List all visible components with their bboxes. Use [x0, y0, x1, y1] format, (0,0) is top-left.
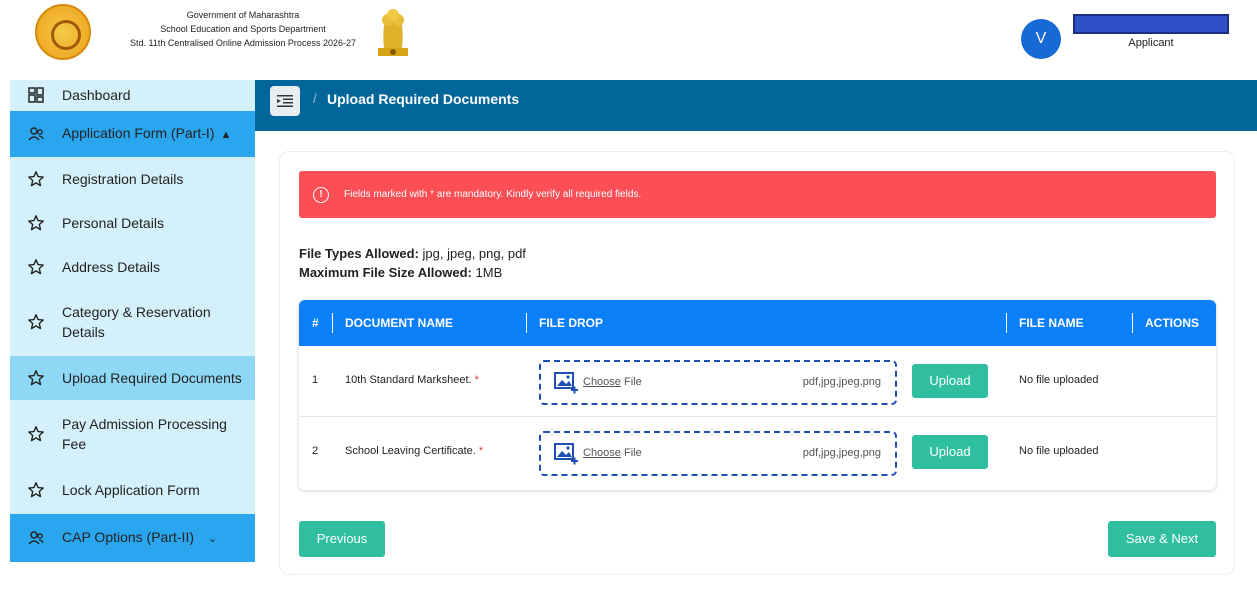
users-icon — [10, 125, 62, 143]
documents-table: # DOCUMENT NAME FILE DROP FILE NAME ACTI… — [299, 300, 1216, 490]
file-size-value: 1MB — [475, 265, 503, 280]
org-line-3: Std. 11th Centralised Online Admission P… — [130, 38, 356, 48]
org-title: Government of Maharashtra School Educati… — [118, 8, 368, 50]
star-icon — [10, 369, 62, 387]
sidebar-item-registration-details[interactable]: Registration Details — [10, 157, 255, 201]
sidebar-item-label: Category & Reservation Details — [62, 304, 211, 340]
mandatory-alert: ! Fields marked with * are mandatory. Ki… — [299, 171, 1216, 218]
file-types-value: jpg, jpeg, png, pdf — [422, 246, 526, 261]
sidebar-item-label: Registration Details — [62, 171, 184, 187]
user-avatar[interactable]: V — [1021, 19, 1061, 59]
star-icon — [10, 313, 62, 331]
sidebar-item-personal-details[interactable]: Personal Details — [10, 201, 255, 245]
sidebar-item-pay-fee[interactable]: Pay Admission Processing Fee — [10, 400, 255, 468]
file-types-label: File Types Allowed: — [299, 246, 419, 261]
sidebar-item-label: Lock Application Form — [62, 482, 200, 498]
header-divider — [332, 313, 333, 333]
sidebar-item-label: CAP Options (Part-II) ⌄ — [62, 529, 218, 545]
accepted-types: pdf,jpg,jpeg,png — [802, 447, 881, 459]
header-file-drop: FILE DROP — [539, 316, 604, 330]
sidebar-item-cap-options[interactable]: CAP Options (Part-II) ⌄ — [10, 514, 255, 562]
user-name-redacted — [1073, 14, 1229, 34]
sidebar-item-category-reservation[interactable]: Category & Reservation Details — [10, 289, 255, 355]
star-icon — [10, 425, 62, 443]
sidebar-item-upload-documents[interactable]: Upload Required Documents — [10, 356, 255, 400]
user-role: Applicant — [1128, 37, 1174, 49]
file-drop-zone[interactable]: Choose File pdf,jpg,jpeg,png — [539, 431, 897, 476]
upload-button[interactable]: Upload — [912, 435, 988, 469]
maharashtra-seal-logo — [35, 4, 91, 60]
header-divider — [1006, 313, 1007, 333]
upload-button[interactable]: Upload — [912, 364, 988, 398]
header-divider — [1132, 313, 1133, 333]
header-document-name: DOCUMENT NAME — [345, 316, 453, 330]
sidebar-item-label: Pay Admission Processing Fee — [62, 416, 227, 452]
add-image-icon — [554, 443, 578, 465]
choose-file-link[interactable]: Choose File — [583, 376, 642, 388]
dashboard-icon — [10, 86, 62, 104]
breadcrumb-separator: / — [313, 91, 317, 106]
sidebar-item-label: Personal Details — [62, 215, 164, 231]
table-row: 1 10th Standard Marksheet. * Choose File… — [299, 346, 1216, 417]
document-name: School Leaving Certificate. * — [345, 445, 484, 457]
collapse-menu-icon — [277, 95, 293, 107]
add-image-icon — [554, 372, 578, 394]
breadcrumb-current: Upload Required Documents — [327, 91, 520, 107]
breadcrumb-bar: / Upload Required Documents — [255, 80, 1257, 131]
accepted-types: pdf,jpg,jpeg,png — [802, 376, 881, 388]
header-actions: ACTIONS — [1145, 316, 1199, 330]
file-name: No file uploaded — [1019, 374, 1099, 386]
row-number: 2 — [312, 445, 319, 457]
users-icon — [10, 529, 62, 547]
choose-file-link[interactable]: Choose File — [583, 447, 642, 459]
alert-icon: ! — [313, 186, 329, 203]
star-icon — [10, 214, 62, 232]
table-header: # DOCUMENT NAME FILE DROP FILE NAME ACTI… — [299, 300, 1216, 346]
sidebar-item-label: Application Form (Part-I) ▲ — [62, 125, 232, 141]
header-divider — [526, 313, 527, 333]
menu-toggle-button[interactable] — [270, 86, 300, 116]
org-line-2: School Education and Sports Department — [160, 24, 326, 34]
chevron-up-icon: ▲ — [220, 129, 232, 141]
star-icon — [10, 481, 62, 499]
document-name: 10th Standard Marksheet. * — [345, 374, 479, 386]
sidebar-item-label: Upload Required Documents — [62, 370, 242, 386]
sidebar-item-dashboard[interactable]: Dashboard — [10, 80, 255, 110]
table-row: 2 School Leaving Certificate. * Choose F… — [299, 417, 1216, 488]
main-card: ! Fields marked with * are mandatory. Ki… — [279, 151, 1235, 575]
sidebar-item-application-form[interactable]: Application Form (Part-I) ▲ — [10, 111, 255, 157]
chevron-down-icon: ⌄ — [208, 533, 218, 545]
header-number: # — [312, 316, 319, 330]
org-line-1: Government of Maharashtra — [186, 10, 300, 20]
required-marker: * — [478, 445, 484, 457]
header-file-name: FILE NAME — [1019, 316, 1084, 330]
star-icon — [10, 170, 62, 188]
file-drop-zone[interactable]: Choose File pdf,jpg,jpeg,png — [539, 360, 897, 405]
sidebar-item-label: Dashboard — [62, 87, 131, 103]
required-marker: * — [474, 374, 479, 386]
alert-text: Fields marked with * are mandatory. Kind… — [344, 189, 642, 200]
sidebar-item-lock-form[interactable]: Lock Application Form — [10, 468, 255, 512]
top-header: Government of Maharashtra School Educati… — [0, 0, 1257, 80]
row-number: 1 — [312, 374, 319, 386]
save-next-button[interactable]: Save & Next — [1108, 521, 1216, 557]
star-icon — [10, 258, 62, 276]
file-size-label: Maximum File Size Allowed: — [299, 265, 472, 280]
national-emblem-logo — [378, 9, 408, 56]
sidebar-item-address-details[interactable]: Address Details — [10, 245, 255, 289]
previous-button[interactable]: Previous — [299, 521, 385, 557]
file-info: File Types Allowed: jpg, jpeg, png, pdf … — [299, 244, 526, 282]
sidebar-item-label: Address Details — [62, 259, 161, 275]
sidebar: Dashboard Application Form (Part-I) ▲ Reg… — [10, 80, 255, 562]
file-name: No file uploaded — [1019, 445, 1099, 457]
